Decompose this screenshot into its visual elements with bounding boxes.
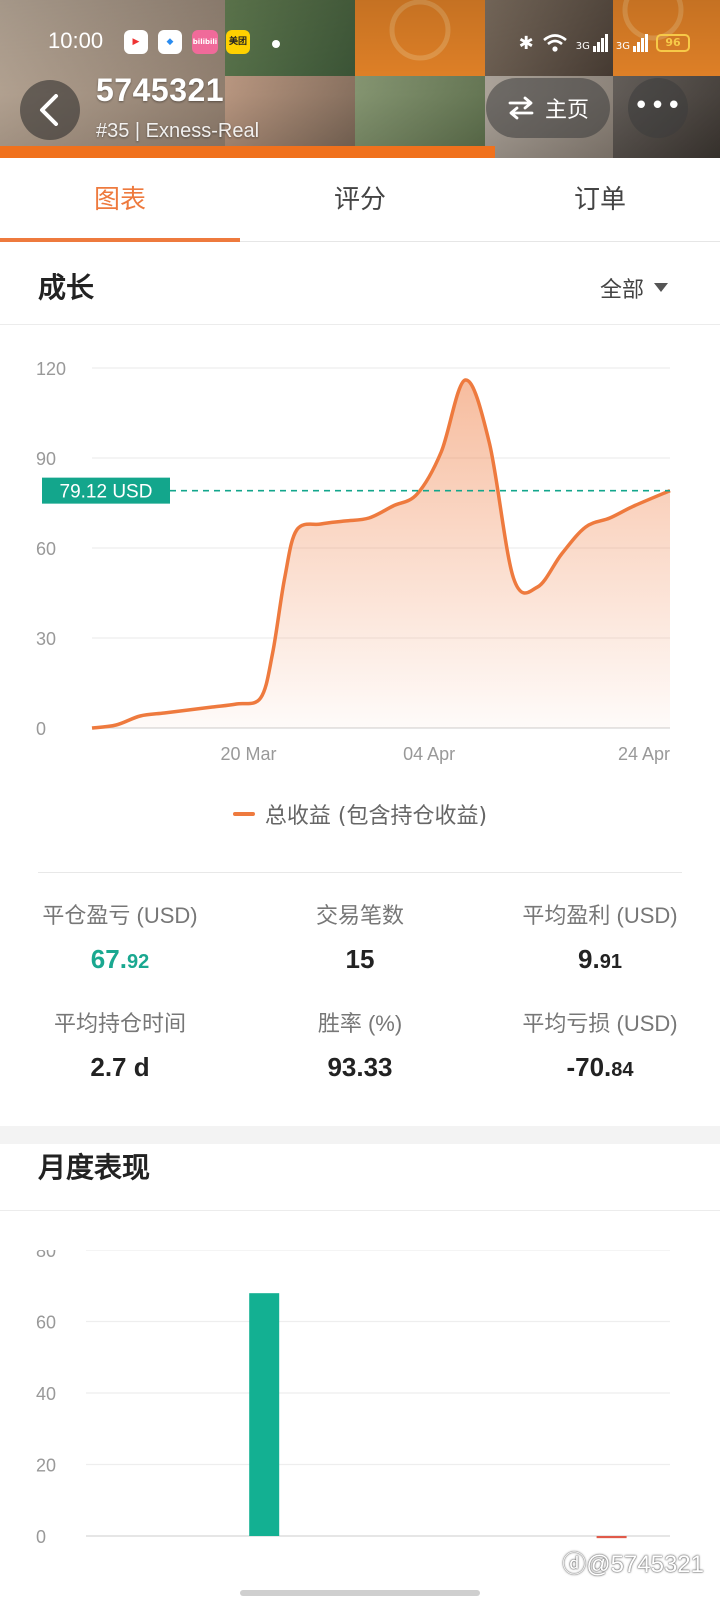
stat-win-rate: 胜率 (%) 93.33 bbox=[240, 1006, 480, 1083]
stat-label: 平均亏损 (USD) bbox=[522, 1011, 678, 1036]
swap-icon bbox=[508, 96, 534, 120]
stat-label: 平均盈利 (USD) bbox=[522, 903, 678, 928]
home-button[interactable]: 主页 bbox=[486, 78, 610, 138]
legend-label: 总收益 (包含持仓收益) bbox=[264, 804, 488, 829]
stat-value: 9.91 bbox=[578, 944, 622, 974]
meituan-app-icon: 美团 bbox=[226, 30, 250, 54]
y-tick-label: 0 bbox=[36, 1527, 46, 1547]
video-app-icon: ▶ bbox=[124, 30, 148, 54]
monthly-bar bbox=[596, 1536, 627, 1539]
notification-dot-icon bbox=[272, 40, 280, 48]
x-tick-label: 24 Apr bbox=[618, 744, 670, 764]
stat-value: -70.84 bbox=[566, 1052, 634, 1082]
period-filter-dropdown[interactable]: 全部 bbox=[600, 272, 668, 304]
stat-label: 平仓盈亏 (USD) bbox=[42, 903, 198, 928]
x-tick-label: 04 Apr bbox=[403, 744, 455, 764]
browser-app-icon: ◆ bbox=[158, 30, 182, 54]
bluetooth-icon: ✱ bbox=[518, 32, 534, 54]
growth-area-fill bbox=[92, 379, 670, 728]
current-value-label: 79.12 USD bbox=[60, 482, 153, 503]
stat-label: 交易笔数 bbox=[315, 903, 404, 928]
caret-down-icon bbox=[654, 283, 668, 292]
y-tick-label: 30 bbox=[36, 629, 56, 649]
growth-chart: 0 30 60 90 120 20 Mar 04 Apr 24 Apr 79.12 USD bbox=[36, 359, 671, 764]
y-tick-label: 90 bbox=[36, 449, 56, 469]
bilibili-app-icon: bilibili bbox=[192, 30, 218, 54]
monthly-bar bbox=[249, 1293, 280, 1536]
battery-icon: 96 bbox=[656, 34, 690, 52]
stat-value: 2.7 d bbox=[90, 1052, 150, 1082]
stat-value: 93.33 bbox=[327, 1052, 393, 1082]
status-bar: 10:00 ▶ ◆ bilibili 美团 ✱ 3G 3G 96 bbox=[0, 26, 720, 60]
stat-value: 67.92 bbox=[90, 944, 150, 974]
y-tick-label: 60 bbox=[36, 539, 56, 559]
header: 10:00 ▶ ◆ bilibili 美团 ✱ 3G 3G 96 5745321… bbox=[0, 0, 720, 158]
y-tick-label: 120 bbox=[36, 359, 66, 379]
back-button[interactable] bbox=[20, 80, 80, 140]
signal-icon-1: 3G bbox=[576, 34, 608, 52]
y-tick-label: 20 bbox=[36, 1456, 56, 1476]
legend-line-icon bbox=[232, 812, 255, 816]
home-indicator[interactable] bbox=[240, 1590, 480, 1596]
stat-label: 平均持仓时间 bbox=[53, 1011, 186, 1036]
monthly-section-title: 月度表现 bbox=[38, 1151, 151, 1184]
y-tick-label: 60 bbox=[36, 1313, 56, 1333]
section-separator bbox=[0, 1126, 720, 1144]
x-tick-label: 20 Mar bbox=[221, 744, 277, 764]
status-time: 10:00 bbox=[48, 28, 104, 53]
chevron-left-icon bbox=[40, 94, 58, 126]
watermark-logo-icon: ⓓ bbox=[562, 1551, 587, 1578]
monthly-performance-chart: 0 20 40 60 80 bbox=[36, 1250, 670, 1547]
y-tick-label: 40 bbox=[36, 1384, 56, 1404]
tab-rating[interactable]: 评分 bbox=[240, 158, 480, 241]
stat-value: 15 bbox=[345, 944, 375, 974]
tab-bar: 图表 评分 订单 bbox=[0, 158, 720, 242]
y-tick-label: 80 bbox=[36, 1250, 56, 1261]
watermark: ⓓ@5745321 bbox=[562, 1551, 704, 1578]
tab-chart[interactable]: 图表 bbox=[0, 158, 240, 242]
stat-label: 胜率 (%) bbox=[317, 1011, 403, 1036]
account-id: 5745321 bbox=[96, 72, 225, 108]
stat-trade-count: 交易笔数 15 bbox=[240, 898, 480, 975]
stat-closed-pnl: 平仓盈亏 (USD) 67.92 bbox=[0, 898, 240, 975]
tab-orders[interactable]: 订单 bbox=[480, 158, 720, 241]
signal-icon-2: 3G bbox=[616, 34, 648, 52]
header-accent-strip bbox=[0, 146, 495, 158]
stat-average-loss: 平均亏损 (USD) -70.84 bbox=[480, 1006, 720, 1083]
account-rank-broker: #35 | Exness-Real bbox=[96, 120, 260, 142]
period-filter-label: 全部 bbox=[599, 278, 644, 303]
y-tick-label: 0 bbox=[36, 719, 46, 739]
more-menu-button[interactable]: ••• bbox=[628, 78, 688, 138]
stat-average-holding-time: 平均持仓时间 2.7 d bbox=[0, 1006, 240, 1083]
stat-average-profit: 平均盈利 (USD) 9.91 bbox=[480, 898, 720, 975]
growth-legend: 总收益 (包含持仓收益) bbox=[0, 798, 720, 830]
wifi-icon bbox=[542, 34, 567, 52]
growth-section-title: 成长 bbox=[38, 271, 95, 304]
home-button-label: 主页 bbox=[544, 98, 589, 123]
